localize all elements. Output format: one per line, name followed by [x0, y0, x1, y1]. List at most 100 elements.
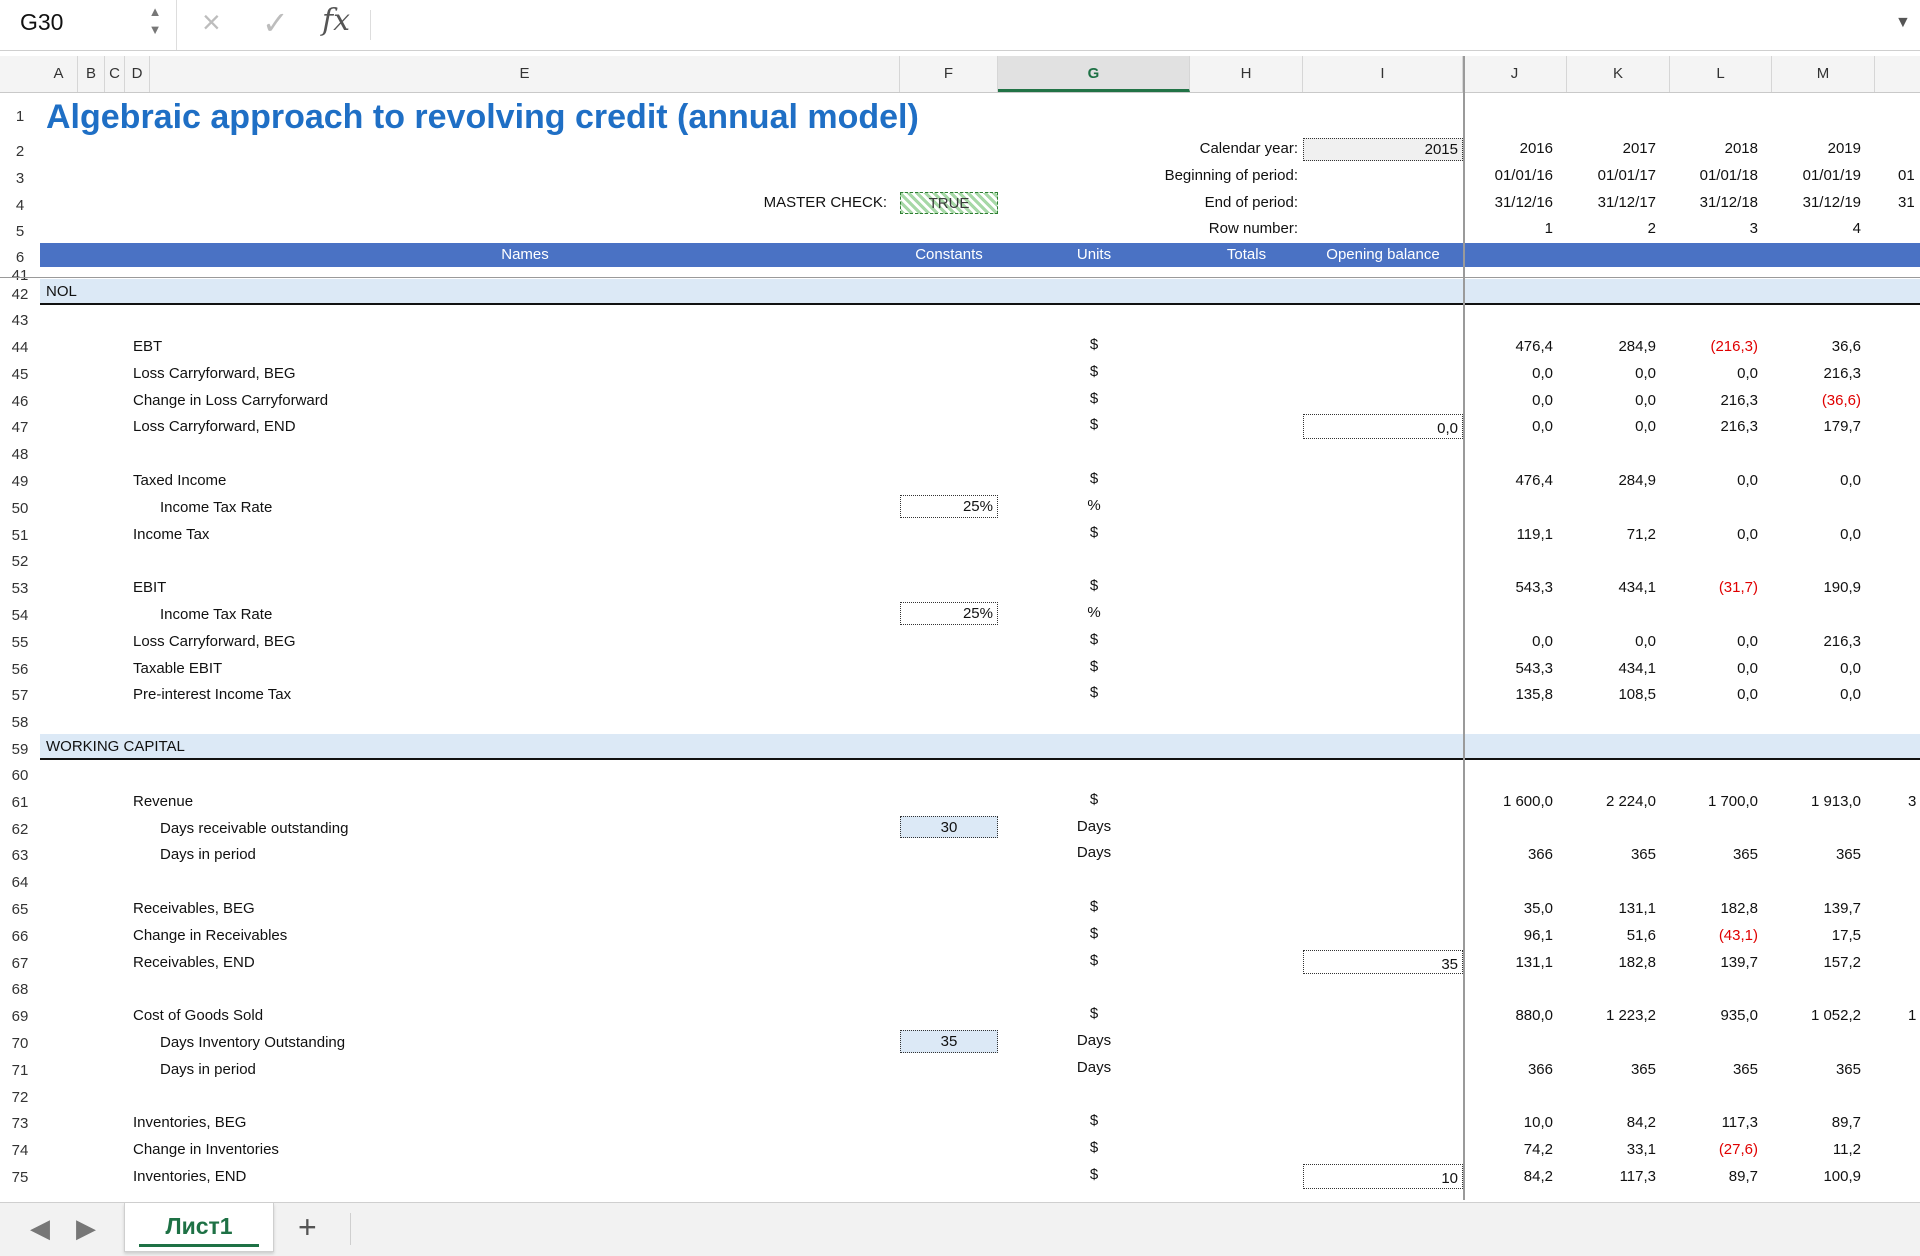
row-number[interactable]: 66 [0, 921, 40, 948]
row-number[interactable]: 45 [0, 359, 40, 386]
row-number[interactable]: 61 [0, 787, 40, 814]
scroll-left-icon[interactable]: ◀ [30, 1213, 50, 1244]
row-number[interactable]: 50 [0, 493, 40, 520]
value-cell[interactable]: 117,3 [1567, 1162, 1656, 1193]
timeline-cell[interactable]: 3 [1670, 216, 1758, 243]
row-number[interactable]: 54 [0, 600, 40, 627]
master-check-value[interactable]: TRUE [900, 191, 998, 215]
constant-input[interactable]: 25% [900, 602, 998, 625]
row-number[interactable]: 63 [0, 840, 40, 867]
timeline-cell[interactable]: 01 [1898, 163, 1915, 190]
name-box-stepper-icon[interactable]: ▲ ▼ [148, 3, 162, 39]
unit-cell[interactable]: $ [998, 787, 1190, 814]
timeline-cell[interactable]: 01/01/17 [1567, 163, 1656, 190]
row-number[interactable]: 44 [0, 332, 40, 359]
unit-cell[interactable]: $ [998, 1108, 1190, 1135]
timeline-cell[interactable]: 31/12/18 [1670, 190, 1758, 217]
row-number[interactable]: 56 [0, 654, 40, 681]
row-number[interactable]: 55 [0, 627, 40, 654]
unit-cell[interactable]: $ [998, 680, 1190, 707]
column-header-m[interactable]: M [1772, 56, 1875, 92]
unit-cell[interactable]: $ [998, 921, 1190, 948]
unit-cell[interactable]: % [998, 600, 1190, 627]
row-number[interactable]: 57 [0, 680, 40, 707]
row-number[interactable]: 75 [0, 1162, 40, 1189]
name-box[interactable]: G30 [20, 9, 63, 36]
row-number[interactable]: 46 [0, 386, 40, 413]
opening-balance-input[interactable]: 0,0 [1303, 414, 1463, 440]
unit-cell[interactable]: $ [998, 1162, 1190, 1189]
calendar-year-input[interactable]: 2015 [1303, 138, 1463, 161]
row-number[interactable]: 72 [0, 1082, 40, 1109]
opening-balance-input[interactable]: 35 [1303, 949, 1463, 975]
timeline-cell[interactable]: 31/12/19 [1772, 190, 1861, 217]
row-number[interactable]: 51 [0, 520, 40, 547]
row-number[interactable]: 73 [0, 1108, 40, 1135]
unit-cell[interactable]: % [998, 493, 1190, 520]
add-sheet-icon[interactable]: + [298, 1209, 317, 1246]
constant-input[interactable]: 30 [900, 815, 998, 839]
column-header-e[interactable]: E [150, 56, 900, 92]
column-header-j[interactable]: J [1463, 56, 1567, 92]
unit-cell[interactable]: Days [998, 1055, 1190, 1082]
unit-cell[interactable]: $ [998, 1001, 1190, 1028]
timeline-cell[interactable]: 2019 [1772, 136, 1861, 163]
column-header-a[interactable]: A [40, 56, 78, 92]
column-header-d[interactable]: D [125, 56, 150, 92]
value-cell[interactable]: 100,9 [1772, 1162, 1861, 1193]
expand-formula-bar-icon[interactable]: ▼ [1895, 14, 1911, 32]
unit-cell[interactable]: Days [998, 840, 1190, 867]
row-number[interactable]: 62 [0, 814, 40, 841]
unit-cell[interactable]: $ [998, 573, 1190, 600]
column-header-c[interactable]: C [105, 56, 125, 92]
timeline-cell[interactable]: 2 [1567, 216, 1656, 243]
row-number[interactable]: 69 [0, 1001, 40, 1028]
column-header-h[interactable]: H [1190, 56, 1303, 92]
value-cell[interactable]: 89,7 [1670, 1162, 1758, 1193]
sheet-tab-active[interactable]: Лист1 [124, 1203, 274, 1252]
unit-cell[interactable]: $ [998, 627, 1190, 654]
timeline-cell[interactable]: 01/01/18 [1670, 163, 1758, 190]
column-header-l[interactable]: L [1670, 56, 1772, 92]
unit-cell[interactable]: $ [998, 359, 1190, 386]
timeline-cell[interactable]: 1 [1463, 216, 1553, 243]
unit-cell[interactable]: $ [998, 654, 1190, 681]
column-header-i[interactable]: I [1303, 56, 1463, 92]
row-number[interactable]: 42 [0, 279, 40, 305]
column-header-k[interactable]: K [1567, 56, 1670, 92]
row-number[interactable]: 48 [0, 439, 40, 466]
column-header-f[interactable]: F [900, 56, 998, 92]
timeline-cell[interactable]: 4 [1772, 216, 1861, 243]
unit-cell[interactable]: $ [998, 466, 1190, 493]
timeline-cell[interactable]: 2017 [1567, 136, 1656, 163]
unit-cell[interactable]: $ [998, 412, 1190, 439]
cancel-icon[interactable]: × [202, 4, 221, 41]
unit-cell[interactable]: Days [998, 1028, 1190, 1055]
constant-input[interactable]: 35 [900, 1030, 998, 1053]
timeline-cell[interactable]: 2016 [1463, 136, 1553, 163]
row-number[interactable]: 52 [0, 546, 40, 573]
row-number[interactable]: 67 [0, 948, 40, 975]
scroll-right-icon[interactable]: ▶ [76, 1213, 96, 1244]
insert-function-icon[interactable]: fx [322, 3, 350, 38]
row-number[interactable]: 58 [0, 707, 40, 734]
unit-cell[interactable]: $ [998, 520, 1190, 547]
row-number[interactable]: 53 [0, 573, 40, 600]
enter-icon[interactable]: ✓ [262, 4, 289, 42]
unit-cell[interactable]: Days [998, 814, 1190, 841]
row-number[interactable]: 6 [0, 243, 40, 267]
row-number[interactable]: 70 [0, 1028, 40, 1055]
row-number[interactable]: 64 [0, 867, 40, 894]
unit-cell[interactable]: $ [998, 894, 1190, 921]
column-header-b[interactable]: B [78, 56, 105, 92]
timeline-cell[interactable]: 31/12/17 [1567, 190, 1656, 217]
row-number[interactable]: 74 [0, 1135, 40, 1162]
row-number[interactable]: 1 [0, 92, 40, 136]
row-number[interactable]: 43 [0, 305, 40, 332]
row-number[interactable]: 4 [0, 190, 40, 217]
row-number[interactable]: 71 [0, 1055, 40, 1082]
unit-cell[interactable]: $ [998, 332, 1190, 359]
row-label[interactable]: Inventories, END [133, 1162, 246, 1193]
row-number[interactable]: 65 [0, 894, 40, 921]
row-number[interactable]: 68 [0, 974, 40, 1001]
